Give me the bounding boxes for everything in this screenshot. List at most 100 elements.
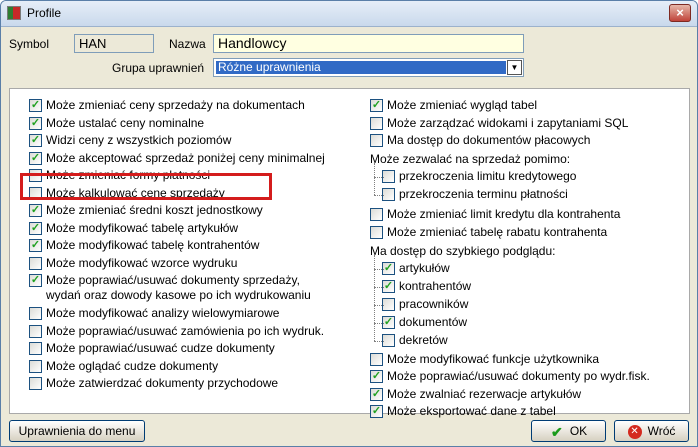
permission-label: Może modyfikować wzorce wydruku (46, 255, 238, 270)
checkbox-unchecked-icon[interactable] (29, 324, 42, 338)
permission-label: Ma dostęp do dokumentów płacowych (387, 133, 591, 147)
permission-checkbox[interactable]: pracowników (382, 297, 697, 313)
checkbox-checked-icon[interactable]: ✓ (29, 99, 42, 112)
checkbox-checked-icon[interactable]: ✓ (29, 151, 42, 165)
checkbox-checked-icon[interactable]: ✓ (29, 274, 42, 287)
tree-branch (374, 286, 384, 288)
permission-label: Może eksportować dane z tabel (387, 404, 556, 418)
tree-branch (374, 176, 384, 178)
checkbox-unchecked-icon[interactable] (370, 225, 383, 239)
permission-label: Może zwalniać rezerwacje artykułów (387, 386, 582, 401)
checkbox-checked-icon[interactable]: ✓ (29, 116, 42, 130)
close-button[interactable]: × (669, 4, 691, 22)
nazwa-label: Nazwa (169, 37, 206, 51)
permission-checkbox[interactable]: przekroczenia limitu kredytowego (382, 168, 697, 185)
permission-checkbox[interactable]: przekroczenia terminu płatności (382, 186, 697, 203)
permission-checkbox[interactable]: ✓ Może eksportować dane z tabel (370, 404, 690, 420)
profile-window: Profile × Symbol HAN Nazwa Handlowcy Gru… (0, 0, 698, 447)
checkbox-unchecked-icon[interactable] (370, 116, 383, 130)
permission-checkbox[interactable]: ✓ Może zwalniać rezerwacje artykułów (370, 387, 690, 403)
permission-label: przekroczenia terminu płatności (399, 186, 568, 201)
checkbox-checked-icon[interactable]: ✓ (370, 405, 383, 418)
checkbox-unchecked-icon[interactable] (370, 134, 383, 147)
permission-checkbox[interactable]: ✓ Może modyfikować tabelę kontrahentów (29, 238, 349, 254)
grupa-select-value: Różne uprawnienia (216, 61, 506, 74)
permission-label: Może zmieniać tabelę rabatu kontrahenta (387, 224, 608, 239)
permission-checkbox[interactable]: ✓ Może zmieniać wygląd tabel (370, 98, 690, 114)
permission-label: Może zarządzać widokami i zapytaniami SQ… (387, 115, 629, 130)
permission-label: Może zmieniać limit kredytu dla kontrahe… (387, 206, 621, 221)
window-title: Profile (27, 6, 62, 20)
permission-label: kontrahentów (399, 278, 472, 293)
chevron-down-icon[interactable]: ▼ (507, 60, 522, 75)
symbol-label: Symbol (9, 37, 50, 51)
app-icon (7, 6, 21, 20)
checkbox-checked-icon[interactable]: ✓ (29, 134, 42, 147)
permission-label: Może poprawiać/usuwać dokumenty po wydr.… (387, 369, 650, 383)
permission-checkbox[interactable]: Może zmieniać tabelę rabatu kontrahenta (370, 225, 690, 241)
permission-checkbox[interactable]: ✓ Może zmieniać ceny sprzedaży na dokumen… (29, 98, 349, 114)
menu-permissions-button[interactable]: Uprawnienia do menu (9, 420, 145, 442)
checkbox-checked-icon[interactable]: ✓ (370, 387, 383, 401)
permission-label: Może modyfikować tabelę artykułów (46, 220, 239, 235)
back-button[interactable]: ✕ Wróć (614, 420, 689, 442)
checkbox-unchecked-icon[interactable] (29, 307, 42, 320)
permission-checkbox[interactable]: ✓ Może akceptować sprzedaż poniżej ceny m… (29, 151, 349, 167)
checkbox-unchecked-icon[interactable] (29, 256, 42, 270)
checkbox-unchecked-icon[interactable] (29, 359, 42, 373)
permission-checkbox[interactable]: Ma dostęp do dokumentów płacowych (370, 133, 690, 149)
permission-checkbox[interactable]: Może oglądać cudze dokumenty (29, 359, 349, 375)
permission-label: Może modyfikować analizy wielowymiarowe (46, 306, 280, 320)
checkbox-unchecked-icon[interactable] (370, 207, 383, 221)
permission-checkbox[interactable]: Może modyfikować funkcje użytkownika (370, 352, 690, 368)
tree-line (374, 254, 375, 341)
permission-checkbox[interactable]: ✓ dokumentów (382, 314, 697, 331)
grupa-select[interactable]: Różne uprawnienia ▼ (213, 58, 524, 77)
permission-checkbox[interactable]: Może zarządzać widokami i zapytaniami SQ… (370, 116, 690, 132)
permission-checkbox[interactable]: Może zmieniać limit kredytu dla kontrahe… (370, 207, 690, 223)
permission-label: Może oglądać cudze dokumenty (46, 358, 219, 373)
permission-checkbox[interactable]: Może poprawiać/usuwać zamówienia po ich … (29, 324, 349, 340)
nazwa-field[interactable]: Handlowcy (213, 34, 524, 53)
highlight-box (20, 173, 272, 200)
checkbox-checked-icon[interactable]: ✓ (370, 370, 383, 383)
permission-label: Widzi ceny z wszystkich poziomów (46, 133, 232, 147)
checkbox-checked-icon[interactable]: ✓ (29, 221, 42, 235)
permission-checkbox[interactable]: Może modyfikować wzorce wydruku (29, 256, 349, 272)
permission-checkbox[interactable]: ✓ kontrahentów (382, 278, 697, 295)
tree-branch (374, 268, 384, 270)
permission-checkbox[interactable]: dekretów (382, 332, 697, 349)
checkbox-checked-icon[interactable]: ✓ (29, 204, 42, 217)
permission-label: Może poprawiać/usuwać zamówienia po ich … (46, 323, 325, 338)
permission-checkbox[interactable]: Może poprawiać/usuwać cudze dokumenty (29, 341, 349, 357)
check-icon: ✔ (550, 423, 563, 440)
permission-checkbox[interactable]: ✓ Może modyfikować tabelę artykułów (29, 221, 349, 237)
permission-checkbox[interactable]: ✓ artykułów (382, 260, 697, 277)
checkbox-checked-icon[interactable]: ✓ (29, 239, 42, 252)
permission-checkbox[interactable]: ✓ Może poprawiać/usuwać dokumenty sprzeda… (29, 273, 349, 302)
permission-label: dekretów (399, 332, 448, 347)
checkbox-unchecked-icon[interactable] (370, 352, 383, 366)
checkbox-checked-icon[interactable]: ✓ (370, 99, 383, 112)
tree-branch (374, 340, 384, 342)
checkbox-unchecked-icon[interactable] (29, 377, 42, 390)
symbol-field[interactable]: HAN (74, 34, 154, 53)
permission-label: dokumentów (399, 314, 468, 329)
tree-branch (374, 322, 384, 324)
permission-checkbox[interactable]: ✓ Widzi ceny z wszystkich poziomów (29, 133, 349, 149)
permission-label: Może ustalać ceny nominalne (46, 115, 205, 130)
permission-checkbox[interactable]: ✓ Może zmieniać średni koszt jednostkowy (29, 203, 349, 219)
permission-label: Może modyfikować funkcje użytkownika (387, 351, 600, 366)
permission-checkbox[interactable]: ✓ Może poprawiać/usuwać dokumenty po wydr… (370, 369, 690, 385)
menu-permissions-label: Uprawnienia do menu (18, 424, 136, 438)
permission-checkbox[interactable]: ✓ Może ustalać ceny nominalne (29, 116, 349, 132)
permission-label: Może zmieniać ceny sprzedaży na dokument… (46, 98, 305, 112)
permission-checkbox[interactable]: Może modyfikować analizy wielowymiarowe (29, 306, 349, 322)
checkbox-unchecked-icon[interactable] (29, 342, 42, 355)
ok-button[interactable]: ✔ OK (531, 420, 606, 442)
grupa-label: Grupa uprawnień (112, 61, 205, 75)
permission-checkbox[interactable]: Może zatwierdzać dokumenty przychodowe (29, 376, 349, 392)
permission-label: artykułów (399, 260, 450, 275)
permission-label: przekroczenia limitu kredytowego (399, 168, 577, 183)
permission-label: Może zmieniać średni koszt jednostkowy (46, 203, 263, 217)
